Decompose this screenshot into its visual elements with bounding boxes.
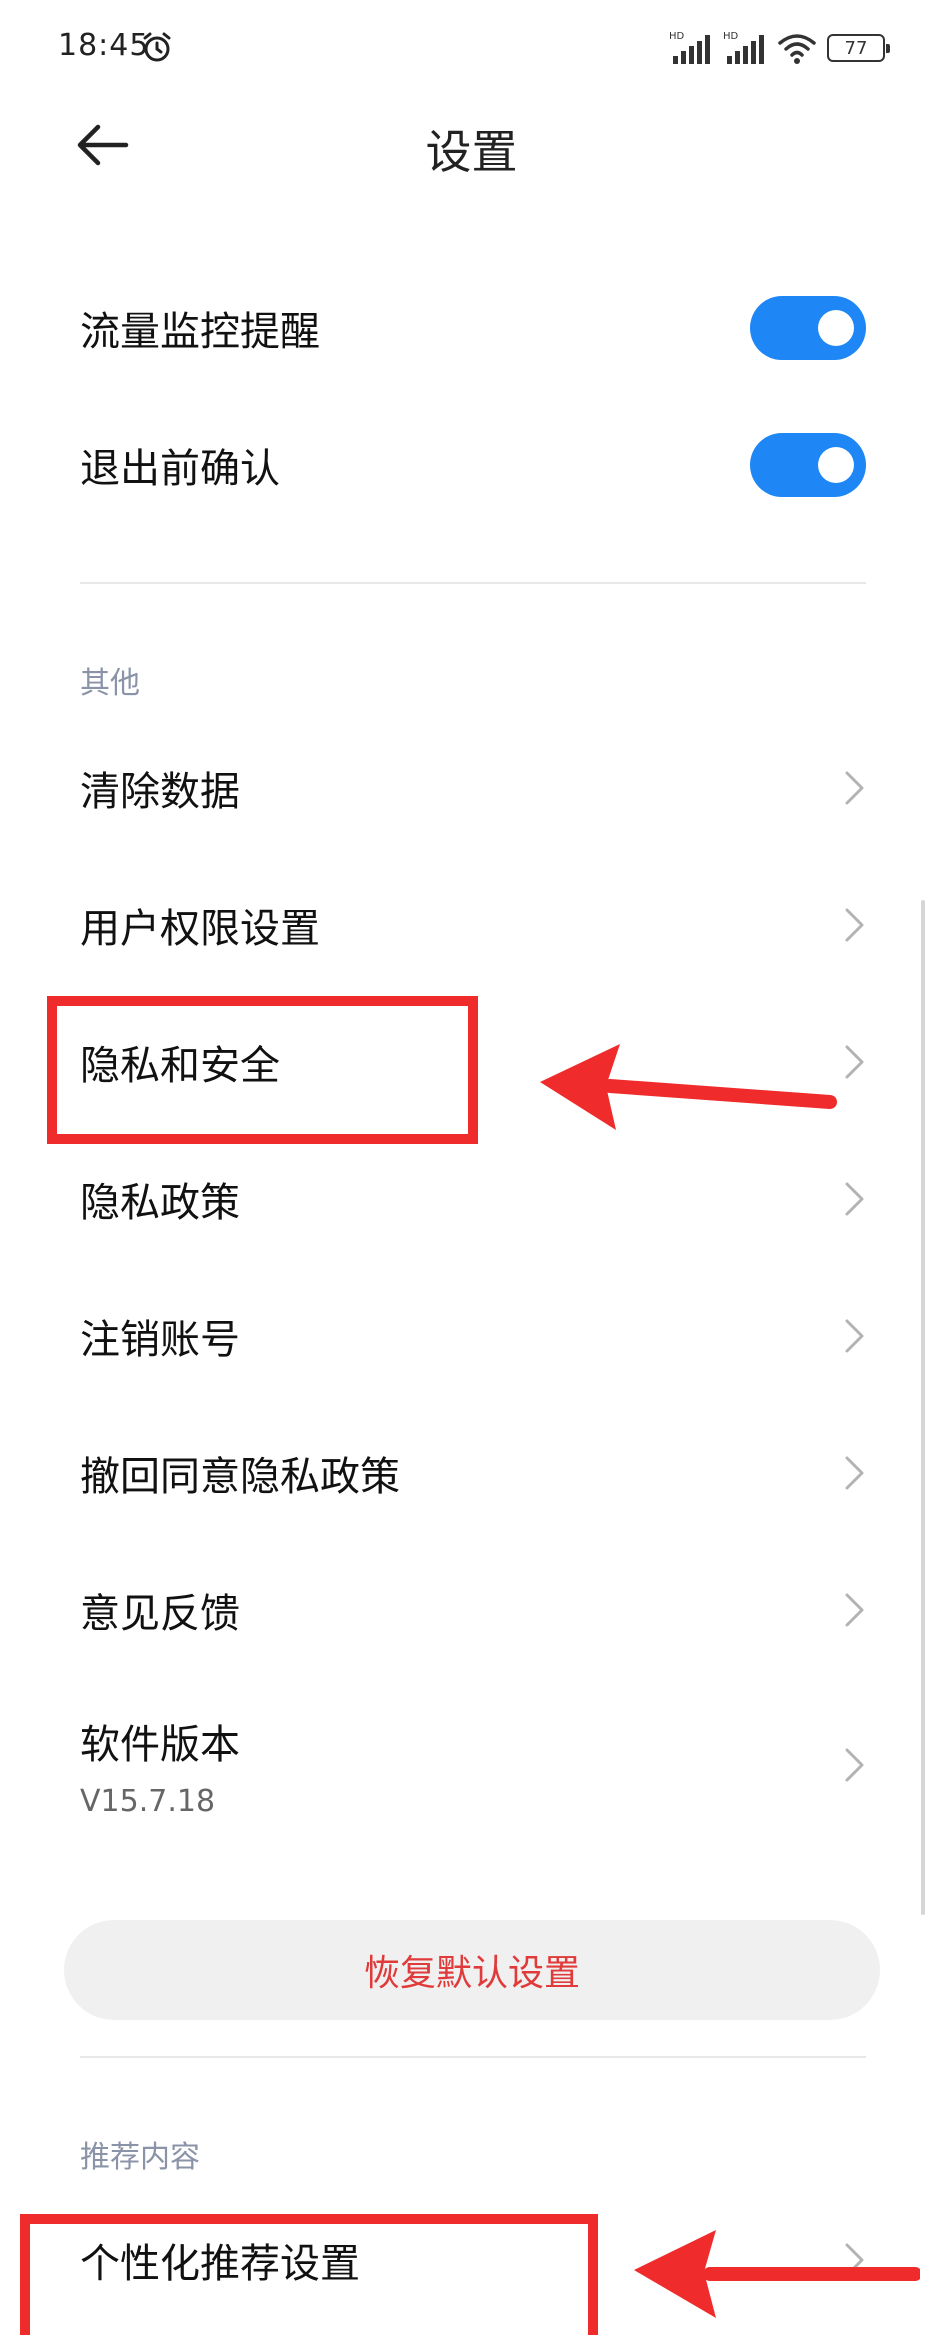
list-item-label: 隐私政策 [80, 1180, 240, 1226]
page-title: 设置 [425, 125, 518, 179]
toggle-knob [818, 310, 854, 346]
chevron-right-icon [845, 1456, 864, 1490]
list-item-feedback[interactable]: 意见反馈 [80, 1560, 866, 1660]
divider [80, 582, 866, 584]
list-item-label: 软件版本 [80, 1721, 240, 1768]
toggle-label: 退出前确认 [80, 446, 280, 492]
highlight-box [47, 996, 478, 1144]
section-label-other: 其他 [80, 666, 140, 701]
header: 设置 [0, 100, 943, 190]
chevron-right-icon [845, 771, 864, 805]
toggle-switch[interactable] [750, 433, 866, 497]
list-item-user-permissions[interactable]: 用户权限设置 [80, 875, 866, 975]
divider [80, 2056, 866, 2058]
list-item-privacy-policy[interactable]: 隐私政策 [80, 1149, 866, 1249]
toggle-row-exit-confirm[interactable]: 退出前确认 [80, 415, 866, 515]
list-item-label: 撤回同意隐私政策 [80, 1454, 400, 1500]
chevron-right-icon [845, 2243, 864, 2277]
status-time: 18:45 [58, 28, 150, 63]
status-icons: HD HD 77 [669, 28, 890, 68]
battery-level: 77 [844, 37, 868, 59]
chevron-right-icon [845, 1045, 864, 1079]
scrollbar[interactable] [921, 900, 925, 1915]
version-number: V15.7.18 [80, 1783, 216, 1819]
wifi-icon [778, 34, 816, 64]
section-label-recommend: 推荐内容 [80, 2140, 200, 2175]
list-item-delete-account[interactable]: 注销账号 [80, 1286, 866, 1386]
chevron-right-icon [845, 1319, 864, 1353]
network-label: HD [723, 31, 739, 42]
list-item-label: 用户权限设置 [80, 906, 320, 952]
restore-defaults-button[interactable]: 恢复默认设置 [64, 1920, 880, 2020]
signal-icon: HD [723, 31, 764, 64]
chevron-right-icon [845, 1182, 864, 1216]
list-item-label: 意见反馈 [80, 1591, 240, 1637]
chevron-right-icon [845, 1593, 864, 1627]
toggle-knob [818, 447, 854, 483]
battery-icon: 77 [827, 34, 890, 62]
list-item-withdraw-consent[interactable]: 撤回同意隐私政策 [80, 1423, 866, 1523]
status-bar: 18:45 HD HD 77 [0, 0, 943, 90]
highlight-box [20, 2214, 598, 2335]
signal-icon: HD [669, 31, 710, 64]
list-item-label: 注销账号 [80, 1317, 240, 1363]
list-item-label: 清除数据 [80, 769, 240, 815]
toggle-row-traffic-monitor[interactable]: 流量监控提醒 [80, 278, 866, 378]
version-text-group: 软件版本 V15.7.18 [80, 1712, 240, 1819]
chevron-right-icon [845, 1748, 864, 1782]
list-item-clear-data[interactable]: 清除数据 [80, 738, 866, 838]
network-label: HD [669, 31, 685, 42]
chevron-right-icon [845, 908, 864, 942]
toggle-switch[interactable] [750, 296, 866, 360]
alarm-clock-icon [143, 32, 171, 62]
list-item-software-version[interactable]: 软件版本 V15.7.18 [80, 1705, 866, 1825]
toggle-label: 流量监控提醒 [80, 309, 320, 355]
